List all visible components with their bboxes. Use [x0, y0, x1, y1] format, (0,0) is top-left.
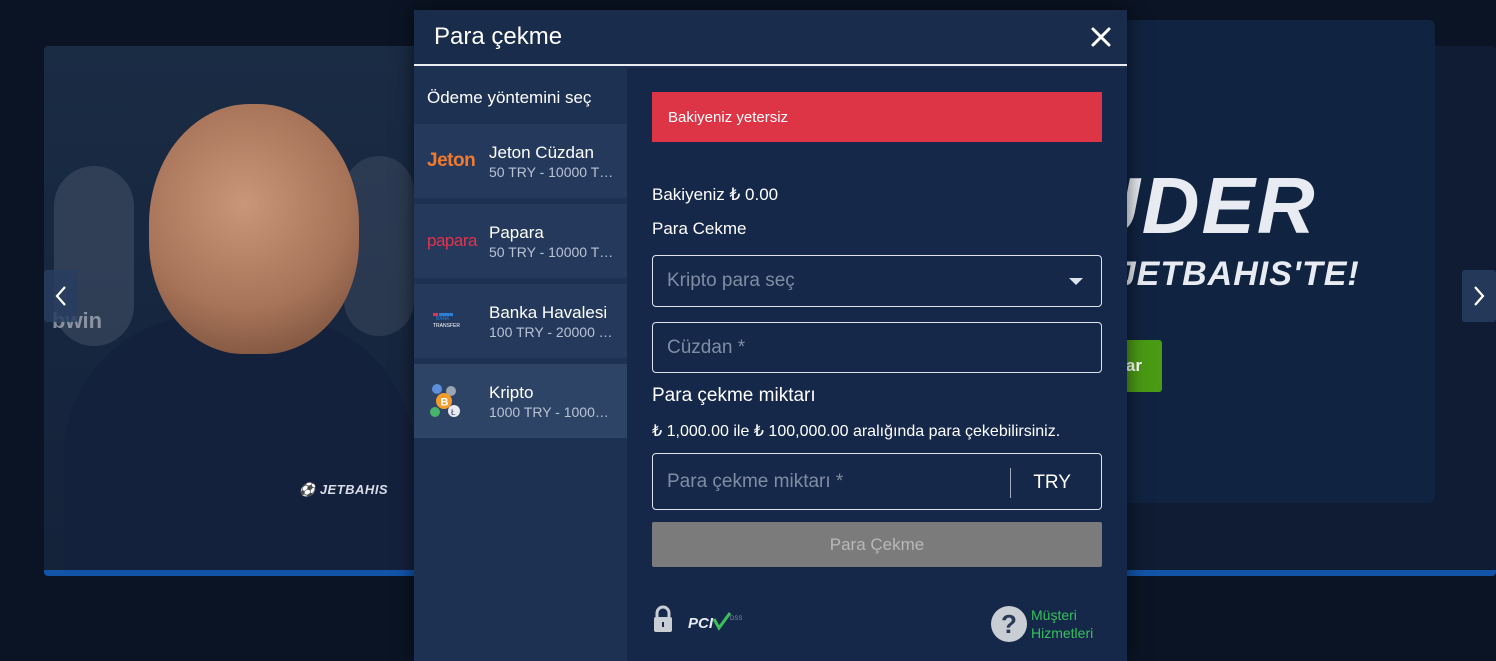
- currency-divider: [1010, 468, 1011, 498]
- close-button[interactable]: [1087, 23, 1115, 51]
- withdraw-form: Bakiyeniz yetersiz Bakiyeniz ₺ 0.00 Para…: [627, 68, 1127, 661]
- svg-text:Ł: Ł: [451, 408, 456, 417]
- pci-dss-logo: PCI DSS: [686, 611, 748, 638]
- papara-logo-text: papara: [427, 231, 477, 250]
- method-range: 100 TRY - 20000 TRY: [489, 323, 615, 340]
- customer-support-link[interactable]: ? Müşteri Hizmetleri: [991, 606, 1093, 642]
- modal-header: Para çekme: [414, 10, 1127, 66]
- svg-text:PCI: PCI: [688, 615, 714, 632]
- bank-transfer-icon: BANK TRANSFER: [433, 313, 460, 329]
- bank-transfer-logo: BANK TRANSFER: [427, 301, 477, 341]
- crypto-logo: B Ł: [427, 381, 477, 421]
- player-body: [64, 316, 414, 576]
- method-jeton[interactable]: Jeton Jeton Cüzdan 50 TRY - 10000 TRY: [414, 124, 627, 198]
- svg-text:TRANSFER: TRANSFER: [433, 323, 460, 329]
- jeton-logo: Jeton: [427, 141, 477, 181]
- support-line1: Müşteri: [1031, 607, 1077, 623]
- jeton-logo-text: Jeton: [427, 150, 476, 171]
- wallet-input[interactable]: Cüzdan *: [652, 322, 1102, 373]
- withdraw-modal: Para çekme Ödeme yöntemini seç Jeton Jet…: [414, 10, 1127, 661]
- chevron-right-icon: [1474, 286, 1485, 306]
- method-name: Papara: [489, 222, 544, 242]
- support-line2: Hizmetleri: [1031, 625, 1094, 641]
- method-name: Banka Havalesi: [489, 302, 608, 322]
- svg-text:BANK: BANK: [436, 316, 450, 322]
- method-range: 50 TRY - 10000 TRY: [489, 163, 615, 180]
- balance-text: Bakiyeniz ₺ 0.00: [652, 185, 779, 204]
- modal-title: Para çekme: [434, 23, 563, 50]
- shirt-logo-text: JETBAHIS: [319, 482, 389, 497]
- method-bank-transfer[interactable]: BANK TRANSFER Banka Havalesi 100 TRY - 2…: [414, 284, 627, 358]
- caret-down-icon: [1069, 278, 1083, 285]
- method-range: 50 TRY - 10000 TRY: [489, 243, 615, 260]
- lock-icon: [652, 605, 674, 638]
- wallet-placeholder: Cüzdan *: [667, 336, 746, 358]
- currency-label: TRY: [1033, 472, 1071, 493]
- method-range: 1000 TRY - 100000 TRY: [489, 403, 615, 420]
- amount-hint: ₺ 1,000.00 ile ₺ 100,000.00 aralığında p…: [652, 423, 1061, 440]
- papara-logo: papara: [427, 221, 477, 261]
- help-icon: ?: [991, 606, 1027, 642]
- method-name: Kripto: [489, 382, 534, 402]
- amount-placeholder: Para çekme miktarı *: [667, 470, 844, 492]
- svg-text:B: B: [441, 397, 449, 409]
- withdraw-submit-button[interactable]: Para Çekme: [652, 522, 1102, 567]
- amount-input[interactable]: Para çekme miktarı * TRY: [652, 453, 1102, 510]
- section-label: Para Cekme: [652, 219, 747, 238]
- carousel-next-button[interactable]: [1462, 270, 1496, 322]
- crypto-select[interactable]: Kripto para seç: [652, 255, 1102, 307]
- svg-text:DSS: DSS: [730, 616, 742, 622]
- player-head: [149, 104, 359, 354]
- shirt-logo: ⚽ JETBAHIS: [299, 482, 389, 497]
- amount-label: Para çekme miktarı: [652, 385, 816, 406]
- payment-method-sidebar: Ödeme yöntemini seç Jeton Jeton Cüzdan 5…: [414, 68, 627, 661]
- insufficient-balance-alert: Bakiyeniz yetersiz: [652, 92, 1102, 142]
- close-icon: [1091, 27, 1111, 47]
- player-photo: bwin ⚽ JETBAHIS: [44, 46, 414, 576]
- method-name: Jeton Cüzdan: [489, 142, 594, 162]
- sidebar-heading: Ödeme yöntemini seç: [427, 88, 592, 107]
- method-crypto[interactable]: B Ł Kripto 1000 TRY - 100000 TRY: [414, 364, 627, 438]
- method-papara[interactable]: papara Papara 50 TRY - 10000 TRY: [414, 204, 627, 278]
- carousel-prev-button[interactable]: [44, 270, 78, 322]
- crypto-select-placeholder: Kripto para seç: [667, 270, 795, 291]
- chevron-left-icon: [55, 286, 66, 306]
- crypto-coins-icon: B Ł: [430, 384, 460, 417]
